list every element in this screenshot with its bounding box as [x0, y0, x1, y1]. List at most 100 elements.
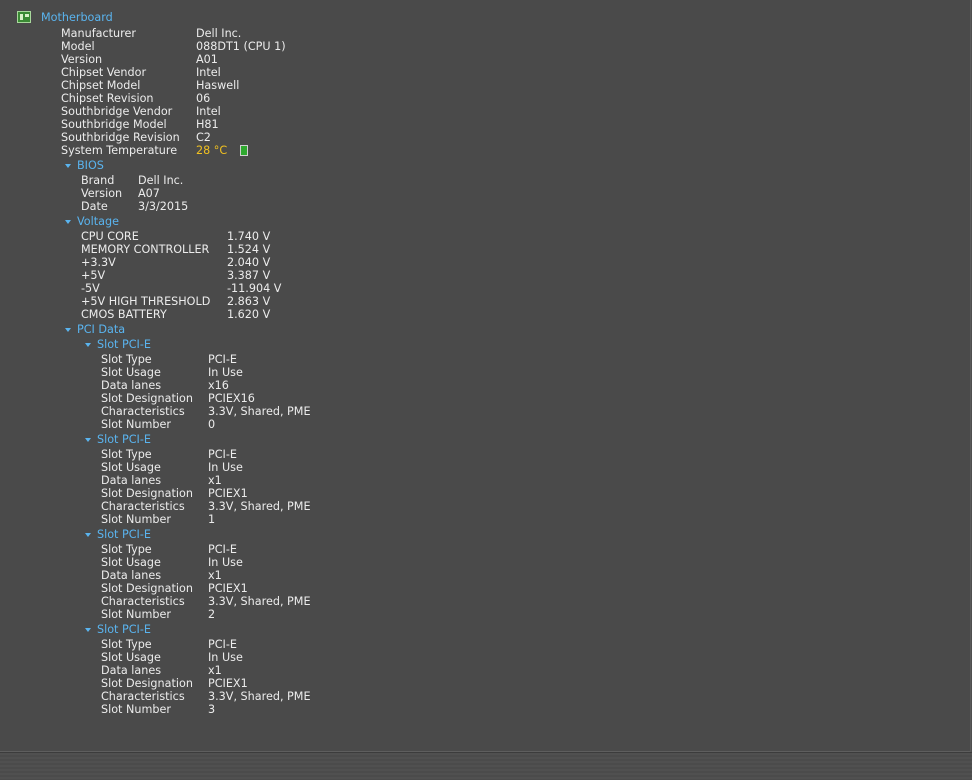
- slot-property-row[interactable]: Slot Usage In Use: [0, 461, 600, 474]
- motherboard-property-row[interactable]: Model 088DT1 (CPU 1): [0, 40, 600, 53]
- voltage-property-row[interactable]: CPU CORE 1.740 V: [0, 230, 600, 243]
- bios-property-row[interactable]: Brand Dell Inc.: [0, 174, 600, 187]
- slot-property-row[interactable]: Slot Designation PCIEX1: [0, 582, 600, 595]
- slot-property-row[interactable]: Characteristics 3.3V, Shared, PME: [0, 595, 600, 608]
- property-value: Haswell: [196, 79, 240, 92]
- bios-property-row[interactable]: Date 3/3/2015: [0, 200, 600, 213]
- motherboard-property-row[interactable]: Chipset Revision 06: [0, 92, 600, 105]
- property-value: x1: [208, 569, 222, 582]
- property-label: Slot Designation: [101, 487, 193, 500]
- property-label: Brand: [81, 174, 115, 187]
- slot-property-row[interactable]: Slot Number 2: [0, 608, 600, 621]
- slot-property-row[interactable]: Characteristics 3.3V, Shared, PME: [0, 690, 600, 703]
- property-label: Slot Usage: [101, 366, 161, 379]
- group-header-slot-pci-e[interactable]: Slot PCI-E: [97, 338, 151, 351]
- property-label: CPU CORE: [81, 230, 139, 243]
- temperature-status-icon: [240, 145, 248, 156]
- property-label: Data lanes: [101, 379, 162, 392]
- property-label: Slot Number: [101, 608, 171, 621]
- property-label: Slot Usage: [101, 651, 161, 664]
- property-value: x1: [208, 474, 222, 487]
- voltage-property-row[interactable]: -5V -11.904 V: [0, 282, 600, 295]
- motherboard-property-row[interactable]: Version A01: [0, 53, 600, 66]
- slot-property-row[interactable]: Slot Usage In Use: [0, 556, 600, 569]
- motherboard-property-row[interactable]: Chipset Model Haswell: [0, 79, 600, 92]
- slot-property-row[interactable]: Slot Type PCI-E: [0, 638, 600, 651]
- slot-property-row[interactable]: Characteristics 3.3V, Shared, PME: [0, 405, 600, 418]
- property-value: 3.3V, Shared, PME: [208, 500, 311, 513]
- property-value: 2: [208, 608, 216, 621]
- group-header-slot-pci-e[interactable]: Slot PCI-E: [97, 623, 151, 636]
- voltage-property-row[interactable]: +5V HIGH THRESHOLD 2.863 V: [0, 295, 600, 308]
- group-header-slot-pci-e[interactable]: Slot PCI-E: [97, 433, 151, 446]
- expand-caret-icon[interactable]: [85, 533, 91, 537]
- property-label: Southbridge Vendor: [61, 105, 173, 118]
- voltage-property-row[interactable]: +3.3V 2.040 V: [0, 256, 600, 269]
- property-value: In Use: [208, 651, 243, 664]
- slot-property-row[interactable]: Slot Number 3: [0, 703, 600, 716]
- slot-property-row[interactable]: Slot Designation PCIEX1: [0, 487, 600, 500]
- expand-caret-icon[interactable]: [85, 438, 91, 442]
- bios-property-row[interactable]: Version A07: [0, 187, 600, 200]
- slot-property-row[interactable]: Characteristics 3.3V, Shared, PME: [0, 500, 600, 513]
- voltage-property-row[interactable]: MEMORY CONTROLLER 1.524 V: [0, 243, 600, 256]
- property-label: Data lanes: [101, 569, 162, 582]
- group-header-pci-data[interactable]: PCI Data: [77, 323, 125, 336]
- system-temperature-row[interactable]: System Temperature 28 °C: [0, 144, 600, 157]
- property-label: Data lanes: [101, 664, 162, 677]
- property-label: Chipset Revision: [61, 92, 154, 105]
- section-title-motherboard[interactable]: Motherboard: [41, 11, 113, 24]
- group-header-slot-pci-e[interactable]: Slot PCI-E: [97, 528, 151, 541]
- slot-property-row[interactable]: Slot Number 0: [0, 418, 600, 431]
- motherboard-property-row[interactable]: Chipset Vendor Intel: [0, 66, 600, 79]
- group-header-voltage[interactable]: Voltage: [77, 215, 119, 228]
- slot-property-row[interactable]: Data lanes x1: [0, 474, 600, 487]
- slot-property-row[interactable]: Slot Designation PCIEX16: [0, 392, 600, 405]
- property-value: x16: [208, 379, 229, 392]
- slot-property-row[interactable]: Slot Type PCI-E: [0, 543, 600, 556]
- slot-property-row[interactable]: Slot Designation PCIEX1: [0, 677, 600, 690]
- motherboard-property-row[interactable]: Southbridge Vendor Intel: [0, 105, 600, 118]
- property-value: In Use: [208, 461, 243, 474]
- property-label: -5V: [81, 282, 100, 295]
- expand-caret-icon[interactable]: [85, 343, 91, 347]
- expand-caret-icon[interactable]: [65, 328, 71, 332]
- property-value: Intel: [196, 105, 221, 118]
- group-header-bios[interactable]: BIOS: [77, 159, 104, 172]
- property-label: Manufacturer: [61, 27, 136, 40]
- property-value: 06: [196, 92, 211, 105]
- motherboard-property-row[interactable]: Manufacturer Dell Inc.: [0, 27, 600, 40]
- slot-property-row[interactable]: Data lanes x16: [0, 379, 600, 392]
- property-label: Model: [61, 40, 95, 53]
- property-label: Characteristics: [101, 690, 185, 703]
- property-value: 0: [208, 418, 216, 431]
- property-label: Data lanes: [101, 474, 162, 487]
- slot-property-row[interactable]: Slot Type PCI-E: [0, 448, 600, 461]
- details-panel: Motherboard Manufacturer Dell Inc. Model 08…: [0, 0, 971, 752]
- expand-caret-icon[interactable]: [65, 164, 71, 168]
- property-label: Slot Type: [101, 543, 152, 556]
- property-value: Intel: [196, 66, 221, 79]
- expand-caret-icon[interactable]: [65, 220, 71, 224]
- property-label: System Temperature: [61, 144, 178, 157]
- property-label: Slot Number: [101, 703, 171, 716]
- motherboard-property-row[interactable]: Southbridge Revision C2: [0, 131, 600, 144]
- property-value: PCIEX16: [208, 392, 255, 405]
- voltage-property-row[interactable]: +5V 3.387 V: [0, 269, 600, 282]
- property-value: A07: [138, 187, 160, 200]
- slot-property-row[interactable]: Slot Type PCI-E: [0, 353, 600, 366]
- temperature-value: 28 °C: [196, 144, 228, 157]
- expand-caret-icon[interactable]: [85, 628, 91, 632]
- motherboard-property-row[interactable]: Southbridge Model H81: [0, 118, 600, 131]
- slot-property-row[interactable]: Slot Usage In Use: [0, 366, 600, 379]
- property-label: Characteristics: [101, 405, 185, 418]
- voltage-property-row[interactable]: CMOS BATTERY 1.620 V: [0, 308, 600, 321]
- property-label: Slot Type: [101, 638, 152, 651]
- slot-property-row[interactable]: Data lanes x1: [0, 569, 600, 582]
- property-label: Version: [81, 187, 123, 200]
- slot-property-row[interactable]: Data lanes x1: [0, 664, 600, 677]
- property-value: PCI-E: [208, 353, 237, 366]
- property-label: Characteristics: [101, 500, 185, 513]
- slot-property-row[interactable]: Slot Number 1: [0, 513, 600, 526]
- slot-property-row[interactable]: Slot Usage In Use: [0, 651, 600, 664]
